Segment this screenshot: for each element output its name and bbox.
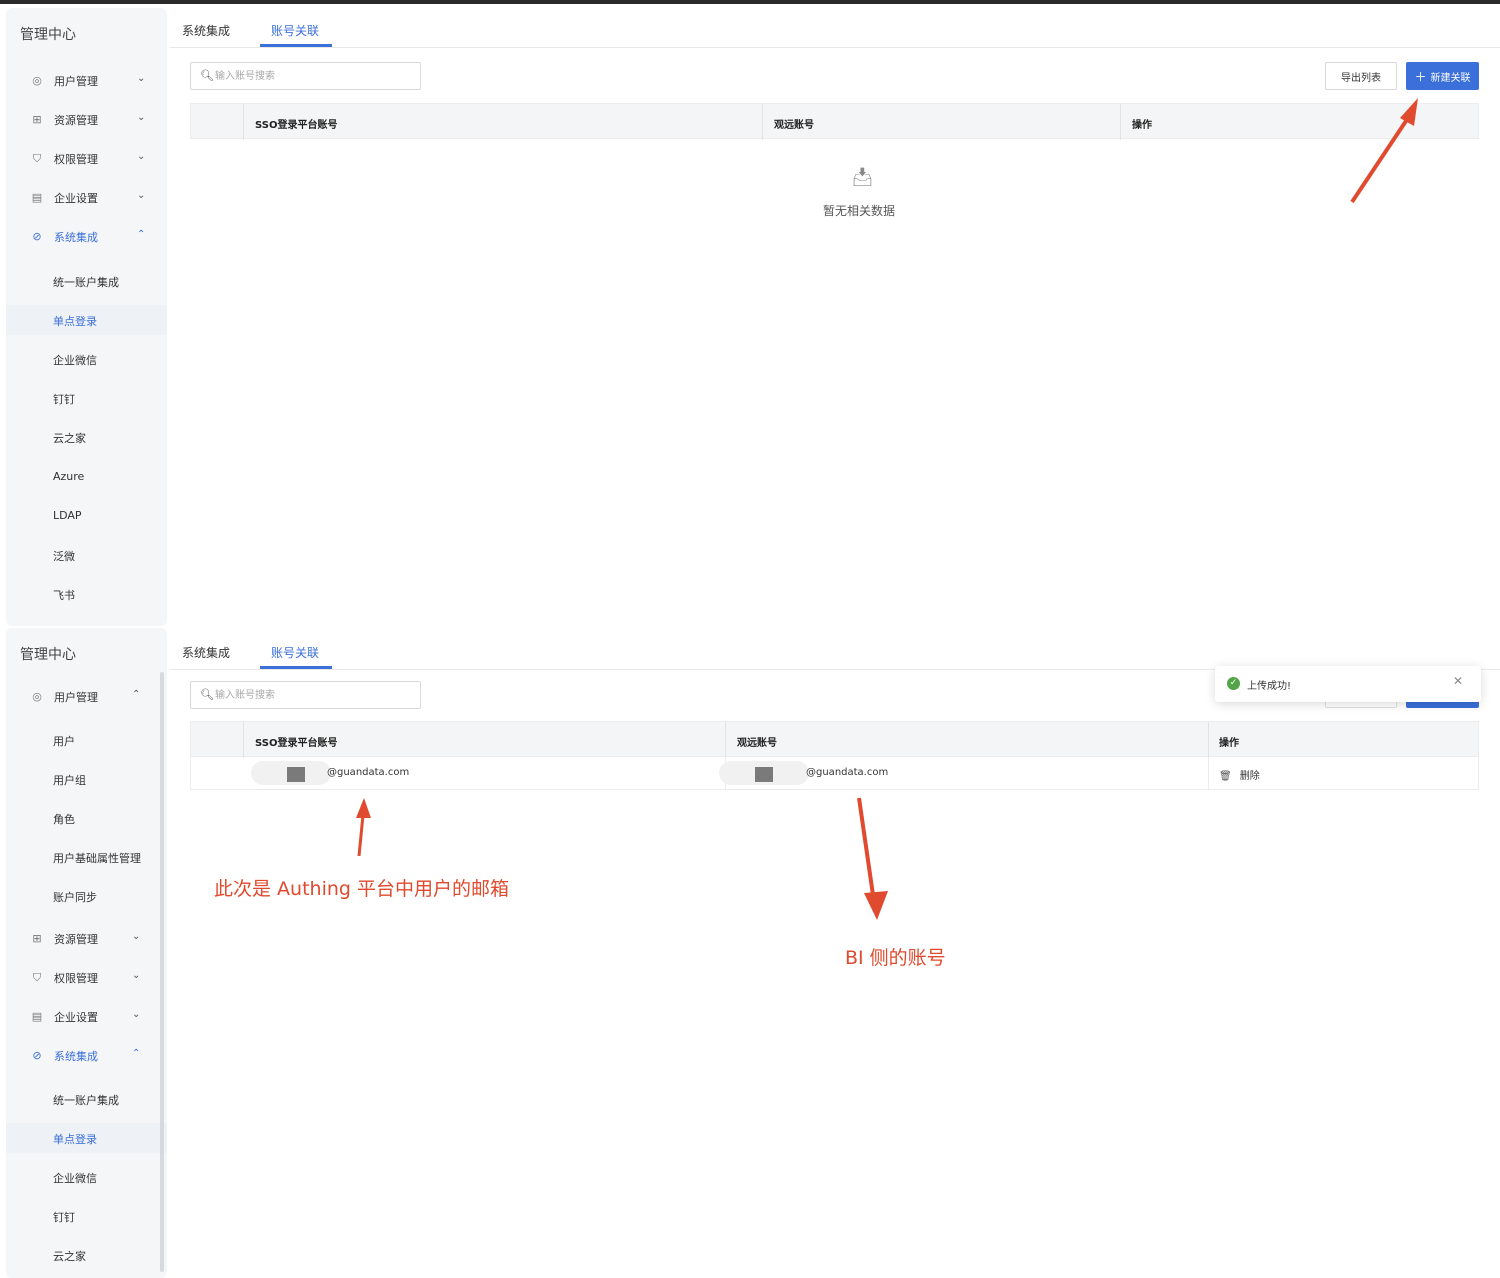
arrow-to-new-button xyxy=(1350,116,1410,204)
arrowhead xyxy=(356,798,371,818)
annotation-arrows xyxy=(356,98,1418,920)
arrowhead xyxy=(864,891,888,920)
arrow-to-bi-column xyxy=(857,797,875,896)
arrowhead xyxy=(1400,98,1418,126)
arrow-to-sso-column xyxy=(357,814,365,857)
